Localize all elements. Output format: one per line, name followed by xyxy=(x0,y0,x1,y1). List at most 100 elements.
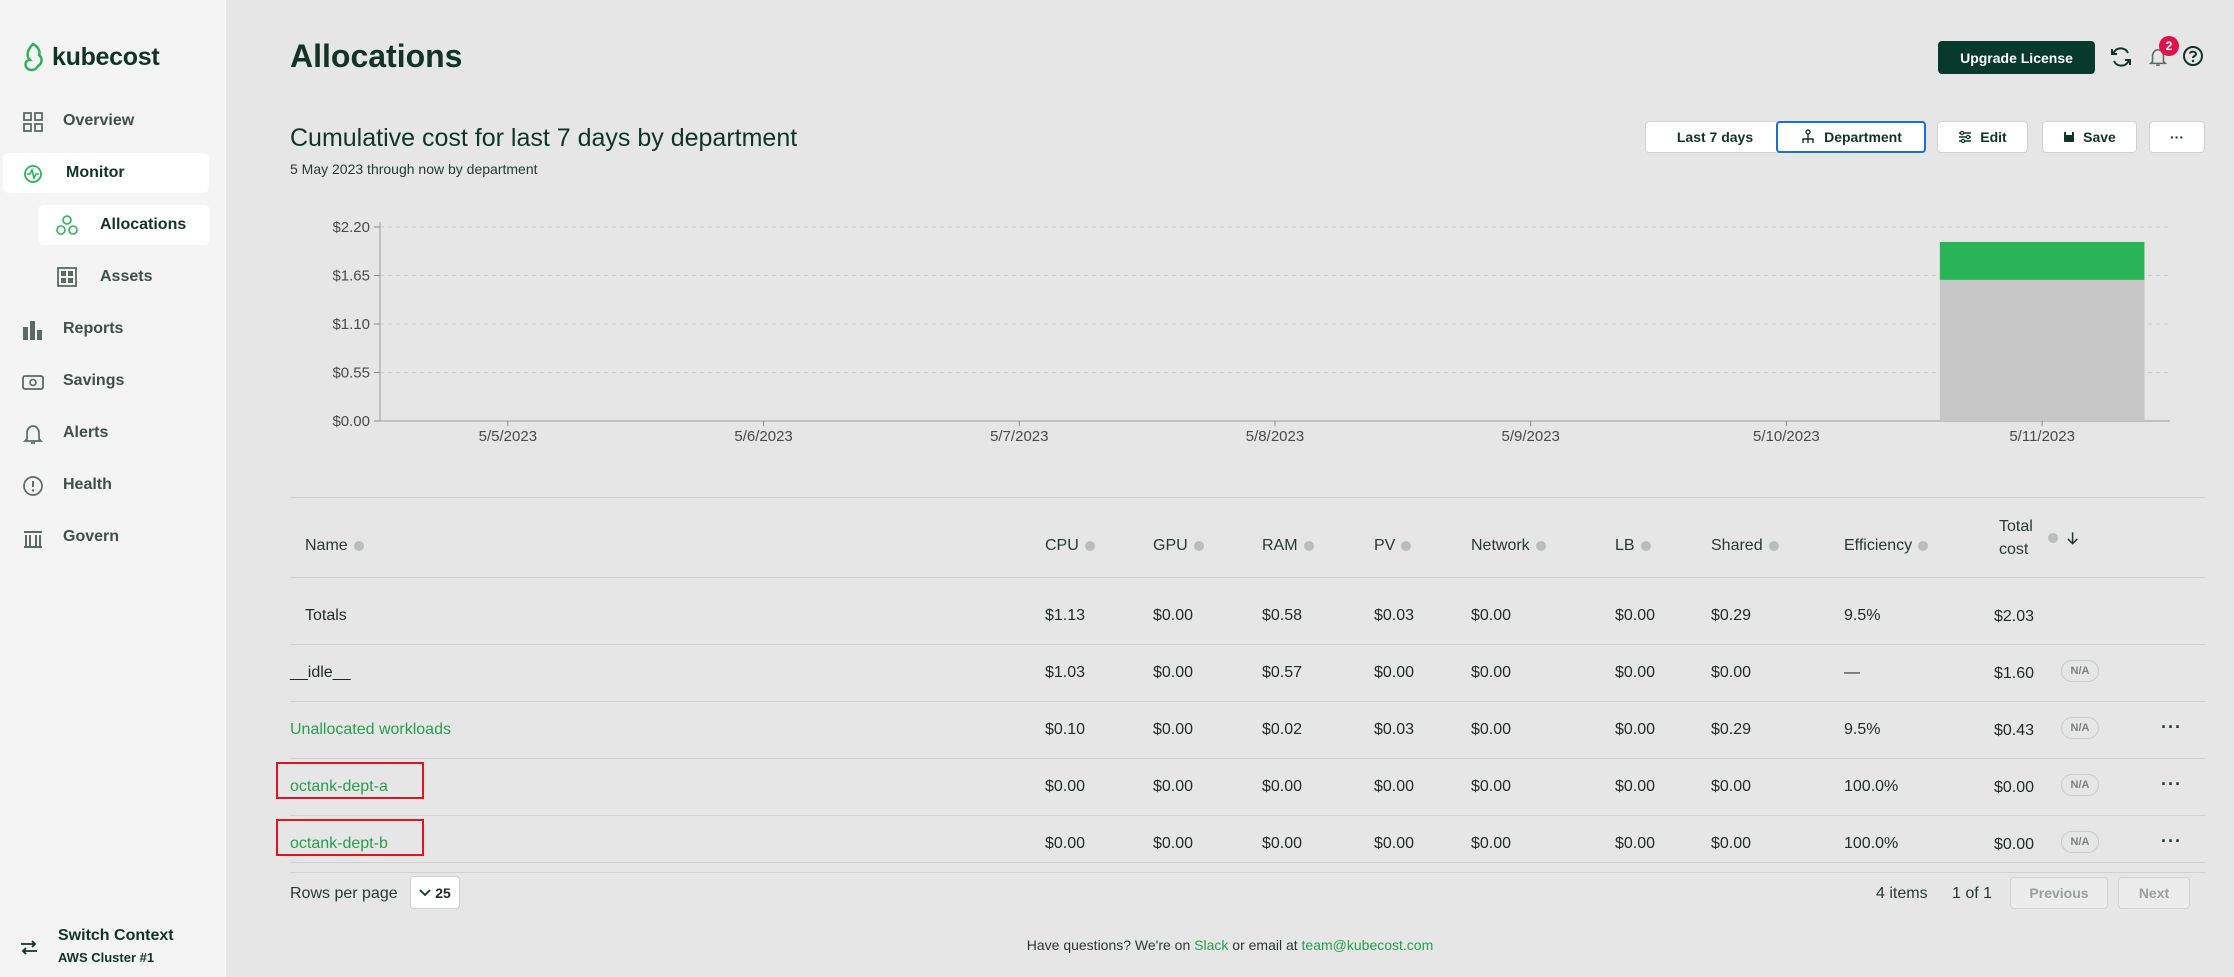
cell-network: $0.00 xyxy=(1471,607,1512,624)
savings-icon xyxy=(22,375,44,390)
footer-text: or email at xyxy=(1228,937,1302,953)
sidebar-item-reports[interactable]: Reports xyxy=(0,309,210,349)
sidebar-item-savings[interactable]: Savings xyxy=(0,361,210,401)
sidebar-item-label: Health xyxy=(63,476,112,493)
cell-network: $0.00 xyxy=(1471,778,1512,795)
previous-page-button[interactable]: Previous xyxy=(2010,877,2108,909)
status-badge: N/A xyxy=(2061,717,2099,739)
column-header-ram[interactable]: RAM xyxy=(1262,537,1314,555)
info-icon[interactable] xyxy=(1768,541,1779,551)
refresh-icon[interactable] xyxy=(2108,44,2134,70)
column-header-efficiency[interactable]: Efficiency xyxy=(1844,537,1929,555)
info-icon[interactable] xyxy=(2048,533,2058,543)
cell-lb: $0.00 xyxy=(1615,835,1656,852)
cell-gpu: $0.00 xyxy=(1153,664,1194,681)
app-name: kubecost xyxy=(52,42,160,71)
cell-shared: $0.00 xyxy=(1711,778,1752,795)
row-actions-menu[interactable]: ··· xyxy=(2161,774,2182,795)
x-tick-label: 5/6/2023 xyxy=(734,428,792,445)
aggregate-by-button[interactable]: Department xyxy=(1776,121,1926,153)
footer-text: Have questions? We're on xyxy=(1026,937,1195,953)
sidebar-item-allocations[interactable]: Allocations xyxy=(38,205,210,245)
sidebar-item-govern[interactable]: Govern xyxy=(0,517,210,557)
row-divider xyxy=(290,815,2205,816)
column-header-name[interactable]: Name xyxy=(305,537,364,555)
kubecost-logo-icon xyxy=(24,42,43,72)
items-count: 4 items xyxy=(1876,885,1928,902)
x-tick-label: 5/8/2023 xyxy=(1246,428,1304,445)
column-header-cpu[interactable]: CPU xyxy=(1045,537,1095,555)
column-header-pv[interactable]: PV xyxy=(1374,537,1412,555)
kubecost-logo[interactable]: kubecost xyxy=(22,42,160,72)
cell-pv: $0.00 xyxy=(1374,835,1415,852)
cell-total-cost: $0.00 xyxy=(1994,779,2035,796)
rows-per-page-select[interactable]: 25 xyxy=(410,876,460,909)
govern-icon xyxy=(24,531,42,548)
cell-total-cost: $2.03 xyxy=(1994,608,2035,625)
info-icon[interactable] xyxy=(1918,541,1929,551)
cost-chart: $0.00 $0.55 $1.10 $1.65 $2.20 5/5/2023 5/6/202… xyxy=(332,219,2170,445)
y-tick-label: $1.10 xyxy=(332,316,370,333)
chart-subtitle: 5 May 2023 through now by department xyxy=(290,161,538,177)
grid-icon xyxy=(23,112,43,132)
sidebar-item-overview[interactable]: Overview xyxy=(0,101,210,141)
x-tick-label: 5/10/2023 xyxy=(1753,428,1820,445)
cell-lb: $0.00 xyxy=(1615,778,1656,795)
save-button[interactable]: Save xyxy=(2042,121,2137,153)
cell-efficiency: 9.5% xyxy=(1844,607,1881,624)
column-header-gpu[interactable]: GPU xyxy=(1153,537,1204,555)
sidebar-item-label: Assets xyxy=(100,268,153,285)
cell-network: $0.00 xyxy=(1471,721,1512,738)
info-icon[interactable] xyxy=(353,541,364,551)
row-actions-menu[interactable]: ··· xyxy=(2161,831,2182,852)
rows-per-page-label: Rows per page xyxy=(290,885,398,902)
cell-ram: $0.00 xyxy=(1262,835,1303,852)
info-icon[interactable] xyxy=(1084,541,1095,551)
y-tick-label: $0.00 xyxy=(332,413,370,430)
column-header-label: CPU xyxy=(1045,537,1079,554)
row-name[interactable]: Unallocated workloads xyxy=(290,721,451,739)
cell-pv: $0.00 xyxy=(1374,778,1415,795)
row-divider xyxy=(290,758,2205,759)
x-tick-label: 5/5/2023 xyxy=(479,428,537,445)
sidebar-item-health[interactable]: Health xyxy=(0,465,210,505)
sidebar-item-alerts[interactable]: Alerts xyxy=(0,413,210,453)
next-page-button[interactable]: Next xyxy=(2118,877,2190,909)
more-options-button[interactable]: ··· xyxy=(2149,121,2205,153)
cell-cpu: $1.03 xyxy=(1045,664,1086,681)
save-icon xyxy=(2064,132,2075,142)
cell-pv: $0.03 xyxy=(1374,721,1415,738)
sidebar-item-label: Monitor xyxy=(66,164,125,181)
edit-button[interactable]: Edit xyxy=(1937,121,2028,153)
info-icon[interactable] xyxy=(1535,541,1546,551)
sidebar-item-label: Allocations xyxy=(100,216,187,233)
info-icon[interactable] xyxy=(1193,541,1204,551)
sidebar-item-assets[interactable]: Assets xyxy=(38,257,210,297)
row-actions-menu[interactable]: ··· xyxy=(2161,717,2182,738)
status-badge: N/A xyxy=(2061,774,2099,796)
cell-lb: $0.00 xyxy=(1615,607,1656,624)
column-header-label: Efficiency xyxy=(1844,537,1913,554)
cell-gpu: $0.00 xyxy=(1153,835,1194,852)
slack-link[interactable]: Slack xyxy=(1194,937,1228,953)
column-header-shared[interactable]: Shared xyxy=(1711,537,1779,555)
column-header-label: Network xyxy=(1471,537,1530,554)
email-link[interactable]: team@kubecost.com xyxy=(1302,937,1434,953)
sidebar-item-label: Overview xyxy=(63,112,135,129)
info-icon[interactable] xyxy=(1640,541,1651,551)
cell-shared: $0.00 xyxy=(1711,664,1752,681)
column-header-lb[interactable]: LB xyxy=(1615,537,1651,555)
info-icon[interactable] xyxy=(1303,541,1314,551)
sidebar-item-monitor[interactable]: Monitor xyxy=(3,153,209,193)
cell-efficiency: 100.0% xyxy=(1844,835,1899,852)
info-icon[interactable] xyxy=(1401,541,1412,551)
row-divider xyxy=(290,644,2205,645)
bell-icon xyxy=(22,425,44,444)
sort-descending-icon[interactable] xyxy=(2066,530,2079,546)
cell-efficiency: 9.5% xyxy=(1844,721,1881,738)
date-range-button[interactable]: Last 7 days xyxy=(1645,121,1785,153)
upgrade-license-button[interactable]: Upgrade License xyxy=(1938,41,2095,74)
column-header-network[interactable]: Network xyxy=(1471,537,1546,555)
column-header-total-cost[interactable]: Total cost xyxy=(1999,515,2079,561)
help-icon[interactable] xyxy=(2182,45,2204,67)
